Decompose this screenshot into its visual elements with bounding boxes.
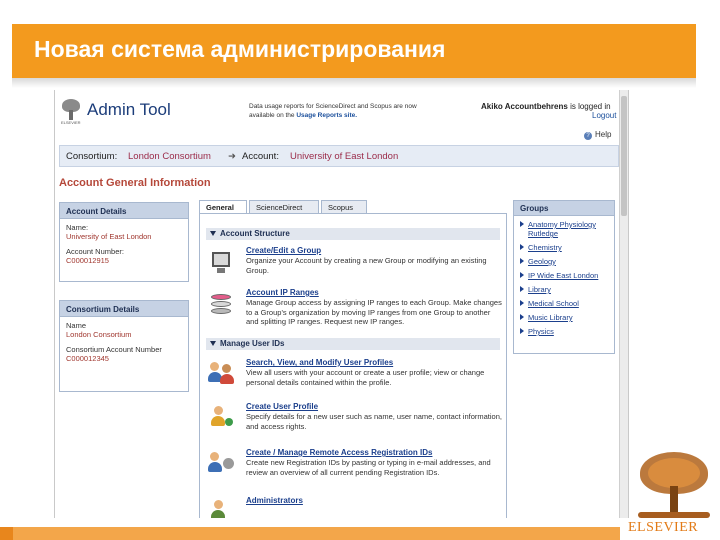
account-details-panel: Account Details Name: University of East… [59, 202, 189, 282]
consortium-link[interactable]: London Consortium [128, 151, 211, 162]
elsevier-logo-text: ELSEVIER [628, 520, 699, 535]
help-icon: ? [584, 132, 592, 140]
breadcrumb-arrow-icon: ➜ [228, 151, 236, 162]
account-link[interactable]: University of East London [290, 151, 398, 162]
remote-access-registration-link[interactable]: Create / Manage Remote Access Registrati… [246, 448, 432, 457]
general-tab-panel: Account Structure Create/Edit a Group Or… [199, 213, 507, 518]
account-number-value: C000012915 [66, 256, 109, 265]
group-item[interactable]: Anatomy Physiology Rutledge [520, 220, 610, 238]
arrow-right-icon [520, 300, 524, 306]
group-item[interactable]: Medical School [520, 299, 610, 308]
arrow-right-icon [520, 258, 524, 264]
administrators-link[interactable]: Administrators [246, 496, 303, 505]
title-bar-shadow [12, 78, 696, 88]
arrow-right-icon [520, 286, 524, 292]
account-name-label: Name: [66, 223, 89, 232]
account-label: Account: [242, 151, 279, 162]
ip-ranges-icon [208, 290, 236, 318]
consortium-name-label: Name [66, 321, 87, 330]
admin-tool-screenshot: ELSEVIER Admin Tool Data usage reports f… [54, 90, 629, 518]
vertical-scrollbar[interactable] [619, 90, 628, 518]
list-item: Account IP Ranges Manage Group access by… [208, 288, 504, 340]
item-description: View all users with your account or crea… [246, 368, 485, 387]
group-item[interactable]: Geology [520, 257, 610, 266]
consortium-number-value: C000012345 [66, 354, 109, 363]
list-item: Search, View, and Modify User Profiles V… [208, 358, 504, 400]
monitor-icon [208, 248, 236, 276]
groups-panel: Groups Anatomy Physiology Rutledge Chemi… [513, 200, 615, 354]
slide-title-bar: Новая система администрирования [12, 24, 696, 78]
create-user-profile-link[interactable]: Create User Profile [246, 402, 318, 411]
tab-general[interactable]: General [199, 200, 247, 214]
group-item[interactable]: IP Wide East London [520, 271, 610, 280]
list-item: Create User Profile Specify details for … [208, 402, 504, 444]
consortium-details-panel: Consortium Details Name London Consortiu… [59, 300, 189, 392]
account-ip-ranges-link[interactable]: Account IP Ranges [246, 288, 319, 297]
group-item[interactable]: Chemistry [520, 243, 610, 252]
elsevier-tree-icon: ELSEVIER [61, 98, 81, 125]
item-description: Specify details for a new user such as n… [246, 412, 502, 431]
consortium-label: Consortium: [66, 151, 118, 162]
elsevier-tree-logo-icon [634, 450, 714, 520]
group-item[interactable]: Music Library [520, 313, 610, 322]
arrow-right-icon [520, 314, 524, 320]
item-description: Create new Registration IDs by pasting o… [246, 458, 491, 477]
list-item: Administrators [208, 496, 504, 518]
administrators-icon [208, 498, 236, 518]
list-item: Create / Manage Remote Access Registrati… [208, 448, 504, 490]
logo-caption: ELSEVIER [61, 120, 81, 125]
logout-link[interactable]: Logout [592, 111, 616, 120]
arrow-right-icon [520, 244, 524, 250]
bottom-decor-strip [0, 527, 620, 540]
account-structure-heading: Account Structure [206, 228, 500, 240]
usage-reports-link[interactable]: Usage Reports site. [296, 112, 357, 119]
logged-in-user: Akiko Accountbehrens is logged in [481, 102, 611, 111]
account-number-label: Account Number: [66, 247, 124, 256]
collapse-triangle-icon[interactable] [210, 341, 216, 346]
breadcrumb: Consortium: London Consortium ➜ Account:… [59, 145, 619, 167]
arrow-right-icon [520, 328, 524, 334]
consortium-name-value: London Consortium [66, 330, 132, 339]
item-description: Manage Group access by assigning IP rang… [246, 298, 502, 326]
group-item[interactable]: Library [520, 285, 610, 294]
groups-list: Anatomy Physiology Rutledge Chemistry Ge… [514, 216, 614, 336]
collapse-triangle-icon[interactable] [210, 231, 216, 236]
list-item: Create/Edit a Group Organize your Accoun… [208, 246, 504, 290]
account-name-value: University of East London [66, 232, 152, 241]
search-user-profiles-link[interactable]: Search, View, and Modify User Profiles [246, 358, 393, 367]
group-item[interactable]: Physics [520, 327, 610, 336]
tab-scopus[interactable]: Scopus [321, 200, 367, 214]
app-name: Admin Tool [87, 100, 171, 119]
consortium-number-label: Consortium Account Number [66, 345, 162, 354]
help-link[interactable]: ? Help [584, 130, 611, 140]
account-details-heading: Account Details [60, 203, 188, 219]
create-edit-group-link[interactable]: Create/Edit a Group [246, 246, 321, 255]
create-user-icon [208, 404, 236, 432]
slide-title: Новая система администрирования [34, 36, 446, 62]
scrollbar-thumb[interactable] [621, 96, 627, 216]
consortium-details-heading: Consortium Details [60, 301, 188, 317]
manage-user-ids-heading: Manage User IDs [206, 338, 500, 350]
groups-heading: Groups [514, 201, 614, 216]
arrow-right-icon [520, 272, 524, 278]
remote-access-icon [208, 450, 236, 478]
users-search-icon [208, 360, 236, 388]
item-description: Organize your Account by creating a new … [246, 256, 487, 275]
section-title: Account General Information [59, 177, 211, 189]
usage-notice: Data usage reports for ScienceDirect and… [249, 103, 417, 119]
arrow-right-icon [520, 221, 524, 227]
tab-sciencedirect[interactable]: ScienceDirect [249, 200, 319, 214]
